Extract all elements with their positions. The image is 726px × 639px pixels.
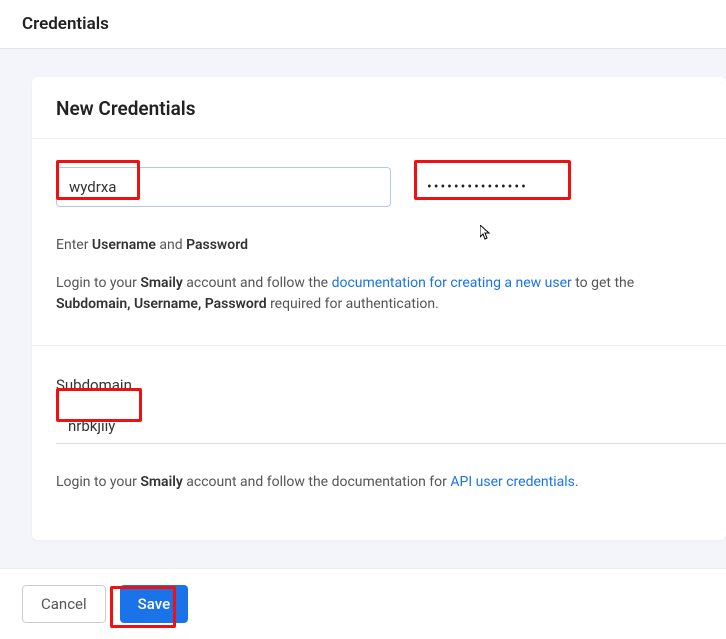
subdomain-section: Subdomain Login to your Smaily account a… bbox=[32, 346, 726, 540]
h2-smaily: Smaily bbox=[140, 474, 182, 490]
h1-after: to get the bbox=[572, 275, 634, 291]
subdomain-input[interactable] bbox=[56, 408, 726, 444]
content-area: New Credentials ••••••••••••••• Enter Us… bbox=[0, 49, 726, 576]
footer-bar: Cancel Save bbox=[0, 568, 726, 639]
h2-mid: account and follow the documentation for bbox=[183, 474, 451, 490]
h1-smaily: Smaily bbox=[140, 275, 182, 291]
page-header: Credentials bbox=[0, 0, 726, 49]
password-input[interactable]: ••••••••••••••• bbox=[415, 167, 570, 207]
h1-suffix: required for authentication. bbox=[267, 296, 439, 312]
credentials-row: ••••••••••••••• Enter Username and Passw… bbox=[32, 139, 726, 345]
hint-username: Username bbox=[92, 237, 156, 253]
field-group: ••••••••••••••• bbox=[56, 167, 702, 207]
credentials-card: New Credentials ••••••••••••••• Enter Us… bbox=[32, 77, 726, 540]
subdomain-label: Subdomain bbox=[56, 376, 702, 394]
h1-subdomain: Subdomain, Username, bbox=[56, 296, 201, 312]
page-title: Credentials bbox=[22, 14, 704, 34]
h1-mid: account and follow the bbox=[183, 275, 332, 291]
h2-prefix: Login to your bbox=[56, 474, 140, 490]
hint-password: Password bbox=[186, 237, 248, 253]
enter-hint: Enter Username and Password bbox=[56, 237, 702, 253]
api-credentials-link[interactable]: API user credentials bbox=[450, 474, 574, 490]
h1-pw: Password bbox=[205, 296, 267, 312]
h2-suffix: . bbox=[575, 474, 579, 490]
username-input[interactable] bbox=[56, 167, 391, 207]
card-header: New Credentials bbox=[32, 77, 726, 138]
save-button[interactable]: Save bbox=[120, 585, 188, 623]
hint-and: and bbox=[156, 237, 186, 253]
cancel-button[interactable]: Cancel bbox=[22, 585, 106, 623]
hint-prefix: Enter bbox=[56, 237, 92, 253]
help-text-1: Login to your Smaily account and follow … bbox=[56, 273, 702, 345]
h1-prefix: Login to your bbox=[56, 275, 140, 291]
card-title: New Credentials bbox=[56, 97, 702, 120]
help-text-2: Login to your Smaily account and follow … bbox=[56, 474, 702, 540]
doc-link[interactable]: documentation for creating a new user bbox=[332, 275, 572, 291]
